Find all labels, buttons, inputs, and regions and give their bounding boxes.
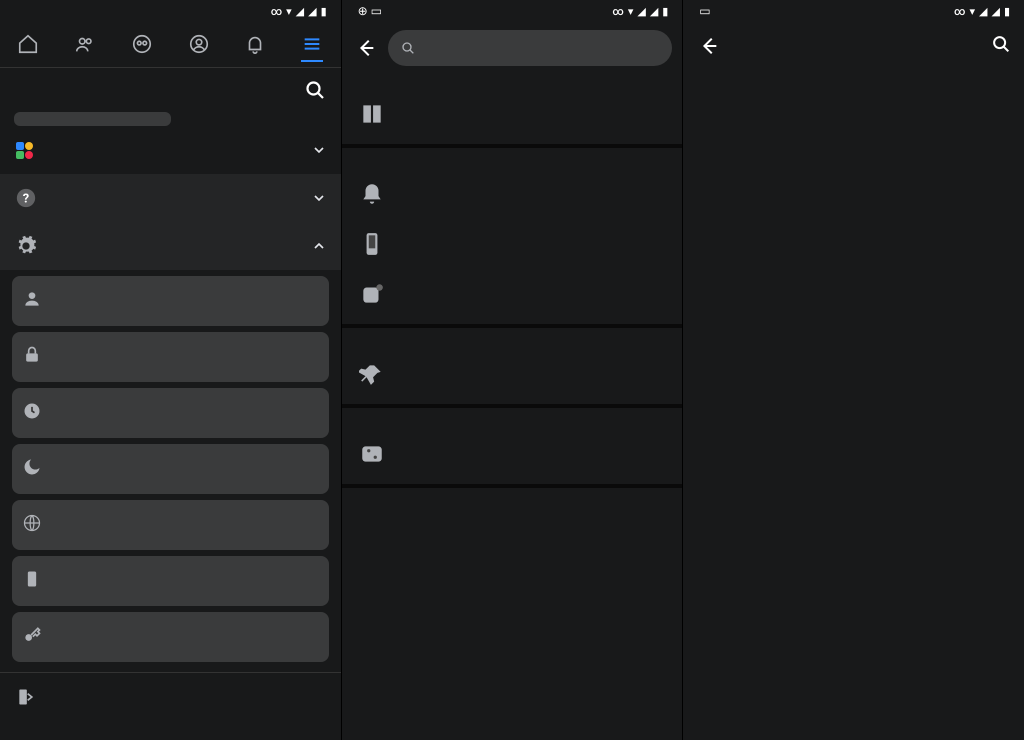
panel-settings-search: ⊕ ▭ ∞▾◢◢▮: [342, 0, 684, 740]
chevron-up-icon: [311, 238, 327, 254]
item-your-time[interactable]: [12, 388, 329, 438]
item-language[interactable]: [12, 500, 329, 550]
status-time: ⊕ ▭: [352, 4, 382, 18]
clock-icon: [22, 401, 42, 425]
item-shortcut-bar[interactable]: [342, 348, 683, 398]
profile-icon[interactable]: [188, 33, 210, 55]
friends-icon[interactable]: [74, 33, 96, 55]
item-newsfeed-prefs[interactable]: [342, 428, 683, 478]
item-privacy-shortcuts[interactable]: [12, 332, 329, 382]
app-dot-icon: [356, 278, 388, 310]
status-bar: ∞▾◢◢▮: [0, 0, 341, 20]
status-icons: ∞▾◢◢▮: [612, 5, 672, 18]
item-data-saver[interactable]: [12, 556, 329, 606]
settings-items: [0, 270, 341, 672]
user-gear-icon: [22, 289, 42, 313]
notifications-icon[interactable]: [244, 33, 266, 55]
notif-header: [683, 20, 1024, 72]
globe-icon: [22, 513, 42, 537]
status-icons: ∞▾◢◢▮: [271, 5, 331, 18]
search-input[interactable]: [388, 30, 673, 66]
item-code-generator[interactable]: [12, 612, 329, 662]
sliders-icon: [356, 438, 388, 470]
search-icon[interactable]: [990, 33, 1012, 59]
status-bar: ▭ ∞▾◢◢▮: [683, 0, 1024, 20]
item-settings[interactable]: [12, 276, 329, 326]
hamburger-icon[interactable]: [301, 40, 323, 62]
tab-bar: [0, 20, 341, 68]
bell-icon: [356, 178, 388, 210]
panel-menu: ∞▾◢◢▮ ?: [0, 0, 342, 740]
status-bar: ⊕ ▭ ∞▾◢◢▮: [342, 0, 683, 20]
svg-text:?: ?: [23, 192, 29, 207]
phone-icon: [356, 228, 388, 260]
notification-list: [683, 72, 1024, 740]
item-notification-dots[interactable]: [342, 268, 683, 318]
section-title: [342, 496, 683, 502]
placeholder-pill: [14, 112, 171, 126]
item-story-settings[interactable]: [342, 88, 683, 138]
settings-privacy-row[interactable]: [0, 222, 341, 270]
back-icon[interactable]: [695, 32, 723, 60]
story-section-desc: [342, 76, 683, 88]
item-notification-settings[interactable]: [342, 168, 683, 218]
back-icon[interactable]: [352, 34, 380, 62]
see-more-row[interactable]: [0, 126, 341, 174]
menu-header: [0, 68, 341, 112]
status-time: ▭: [693, 4, 710, 18]
settings-header: [342, 20, 683, 76]
gear-icon: [14, 234, 38, 258]
help-support-row[interactable]: ?: [0, 174, 341, 222]
lock-icon: [22, 345, 42, 369]
home-icon[interactable]: [17, 33, 39, 55]
panel-notification-settings: ▭ ∞▾◢◢▮: [683, 0, 1024, 740]
tiles-icon: [14, 138, 38, 162]
logout-row[interactable]: [0, 672, 341, 725]
chevron-down-icon: [311, 142, 327, 158]
chevron-down-icon: [311, 190, 327, 206]
item-text-messaging[interactable]: [342, 218, 683, 268]
moon-icon: [22, 457, 42, 481]
item-dark-mode[interactable]: [12, 444, 329, 494]
status-icons: ∞▾◢◢▮: [954, 5, 1014, 18]
logout-icon: [16, 687, 36, 711]
search-icon: [400, 40, 416, 56]
key-icon: [22, 625, 42, 649]
groups-icon[interactable]: [131, 33, 153, 55]
help-icon: ?: [14, 186, 38, 210]
phone-icon: [22, 569, 42, 593]
pin-icon: [356, 358, 388, 390]
search-icon[interactable]: [303, 78, 327, 102]
book-icon: [356, 98, 388, 130]
